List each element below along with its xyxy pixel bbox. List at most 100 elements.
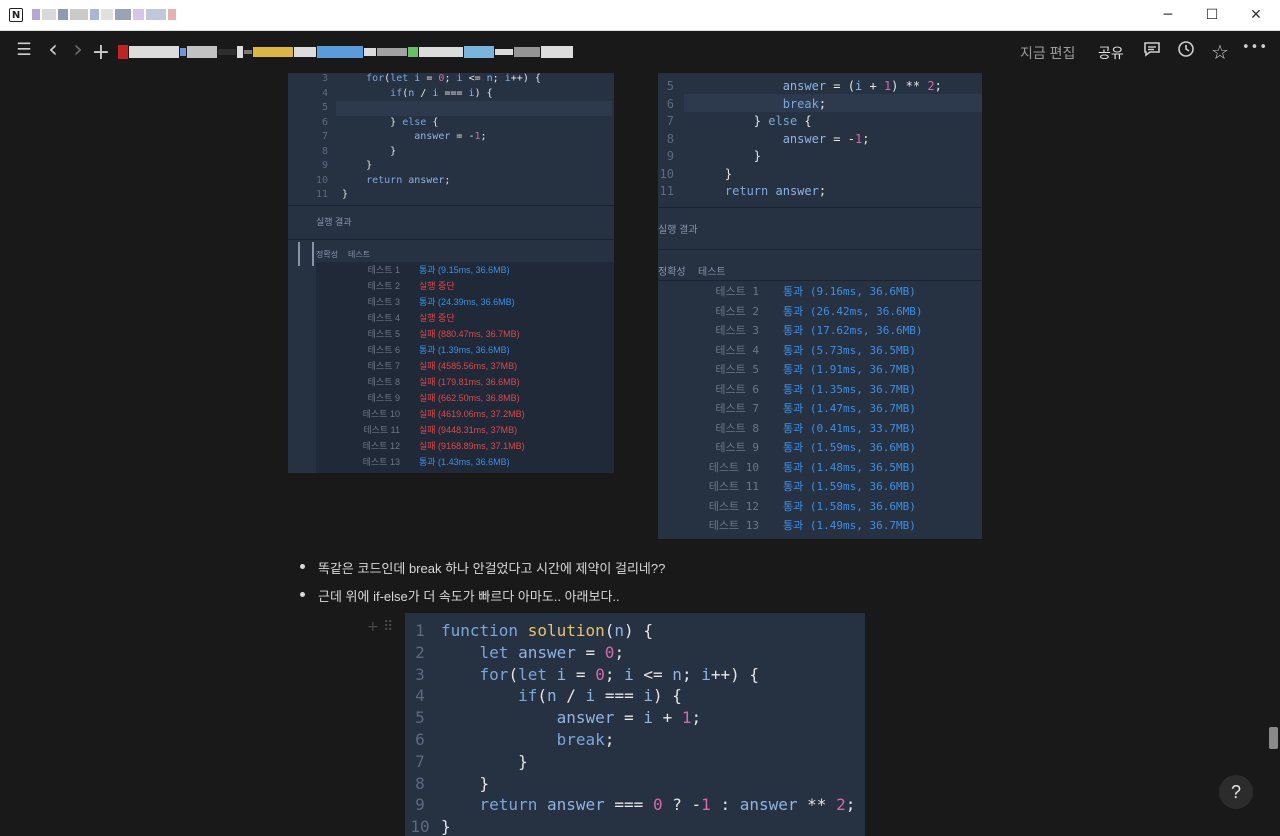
result-label: 테스트 7	[367, 361, 400, 371]
breadcrumb-pixel	[464, 46, 494, 58]
title-pixel	[101, 9, 113, 20]
result-label: 테스트 5	[715, 363, 759, 376]
breadcrumb-pixel	[514, 47, 540, 57]
code-text: }	[724, 166, 733, 181]
breadcrumb-pixel	[294, 47, 316, 57]
result-row: 테스트 5 실패 (880.47ms, 36.7MB)	[288, 327, 520, 340]
result-value: 실패 (9448.31ms, 37MB)	[419, 425, 518, 435]
code-line: 7 } else {	[658, 114, 812, 128]
line-number: 10	[315, 174, 328, 186]
notion-app-icon: N	[9, 8, 23, 22]
result-row: 테스트 9 실패 (662.50ms, 36.8MB)	[288, 391, 520, 404]
line-number: 8	[415, 773, 425, 793]
result-value: 통과 (9.15ms, 36.6MB)	[419, 265, 510, 275]
code-line: 6 break;	[658, 97, 826, 111]
code-text: answer = (i + 1) ** 2;	[782, 79, 942, 93]
breadcrumb-pixel	[317, 46, 363, 58]
breadcrumb-pixel	[377, 48, 407, 56]
title-pixel	[90, 9, 99, 20]
forward-icon[interactable]: ›	[67, 37, 89, 62]
result-row: 테스트 9 통과 (1.59ms, 36.6MB)	[658, 439, 916, 455]
result-label: 테스트 9	[367, 393, 400, 403]
result-label: 테스트 3	[715, 324, 759, 337]
line-number: 6	[666, 96, 674, 111]
result-row: 테스트 1 통과 (9.15ms, 36.6MB)	[288, 263, 510, 276]
favorite-icon[interactable]: ☆	[1209, 40, 1231, 64]
line-number: 4	[321, 87, 328, 99]
back-icon[interactable]: ‹	[42, 37, 64, 62]
maximize-button[interactable]: ☐	[1189, 0, 1235, 30]
code-text: }	[753, 149, 762, 163]
line-number: 9	[321, 160, 328, 171]
code-line: 11 return answer;	[658, 184, 827, 198]
line-number: 6	[321, 116, 328, 128]
bullet-text-2: 근데 위에 if-else가 더 속도가 빠르다 아마도.. 아래보다..	[318, 589, 620, 604]
line-number: 5	[666, 79, 674, 93]
code-line: 10 return answer;	[288, 175, 450, 186]
breadcrumb-pixel	[495, 49, 513, 55]
minimize-button[interactable]: ─	[1145, 0, 1191, 30]
breadcrumb-pixel	[187, 46, 217, 58]
code-text: answer = -1;	[414, 131, 487, 142]
result-row: 테스트 3 통과 (17.62ms, 36.6MB)	[658, 322, 922, 338]
sidebar-menu-icon[interactable]: ☰	[13, 40, 35, 62]
more-options-icon[interactable]: •••	[1242, 40, 1267, 62]
result-row: 테스트 4 실행 중단	[288, 311, 455, 324]
bullet-dot	[300, 564, 305, 569]
result-row: 테스트 3 통과 (24.39ms, 36.6MB)	[288, 295, 515, 308]
line-number: 9	[415, 795, 425, 815]
result-value: 통과 (1.59ms, 36.6MB)	[783, 441, 916, 454]
line-number: 4	[415, 686, 425, 706]
result-label: 테스트 12	[362, 441, 400, 451]
window-titlebar: N ─ ☐ ✕	[0, 0, 1280, 31]
result-title-right: 실행 결과	[658, 225, 698, 236]
result-value: 실패 (4585.56ms, 37MB)	[419, 361, 518, 371]
code-text: }	[518, 751, 528, 771]
code-line: 8 }	[288, 146, 396, 157]
result-label: 테스트 13	[362, 457, 400, 467]
result-row: 테스트 7 실패 (4585.56ms, 37MB)	[288, 359, 517, 372]
code-block[interactable]: 1 function solution(n) {2 let answer = 0;…	[405, 613, 865, 836]
close-button[interactable]: ✕	[1233, 0, 1279, 30]
line-number: 3	[321, 73, 328, 84]
scrollbar-thumb[interactable]	[1269, 727, 1278, 749]
block-drag-handle-icon[interactable]: + ⠿	[367, 619, 393, 635]
result-label: 테스트 4	[367, 313, 400, 323]
result-row: 테스트 2 실행 중단	[288, 279, 455, 292]
result-value: 통과 (26.42ms, 36.6MB)	[783, 304, 923, 318]
code-line: 4 if(n / i === i) {	[405, 686, 682, 705]
result-value: 통과 (1.35ms, 36.7MB)	[783, 382, 916, 396]
title-pixel	[70, 9, 88, 20]
tab-accuracy: 정확성	[316, 250, 339, 259]
line-number: 3	[415, 664, 425, 684]
comment-icon[interactable]	[1141, 40, 1163, 62]
line-number: 11	[659, 184, 674, 198]
result-row: 테스트 4 통과 (5.73ms, 36.5MB)	[658, 342, 915, 358]
history-icon[interactable]	[1175, 40, 1197, 62]
result-label: 테스트 11	[708, 480, 759, 493]
result-row: 테스트 12 통과 (1.58ms, 36.6MB)	[658, 498, 916, 514]
result-value: 실행 중단	[419, 281, 455, 291]
tab-test: 테스트	[348, 250, 371, 259]
breadcrumb-pixel	[118, 45, 128, 59]
result-label: 테스트 3	[367, 297, 400, 307]
line-number: 7	[666, 114, 674, 128]
breadcrumb-pixel	[237, 46, 243, 58]
code-text: return answer;	[366, 174, 451, 186]
line-number: 2	[415, 642, 425, 662]
result-row: 테스트 8 실패 (179.81ms, 36.6MB)	[288, 375, 520, 388]
share-button[interactable]: 공유	[1098, 43, 1124, 63]
title-pixel	[133, 9, 144, 20]
help-button[interactable]: ?	[1219, 775, 1253, 809]
new-page-icon[interactable]: +	[90, 40, 112, 65]
title-pixel	[58, 9, 68, 20]
code-text: }	[366, 160, 373, 171]
breadcrumb[interactable]	[118, 45, 590, 59]
code-text: for(let i = 0; i <= n; i++) {	[479, 664, 760, 684]
edit-status: 지금 편집	[1020, 45, 1076, 61]
code-line: 7 answer = -1;	[288, 131, 487, 142]
result-row: 테스트 2 통과 (26.42ms, 36.6MB)	[658, 303, 922, 319]
line-number: 11	[315, 189, 328, 200]
code-text: for(let i = 0; i <= n; i++) {	[366, 73, 541, 84]
result-label: 테스트 1	[367, 265, 400, 275]
